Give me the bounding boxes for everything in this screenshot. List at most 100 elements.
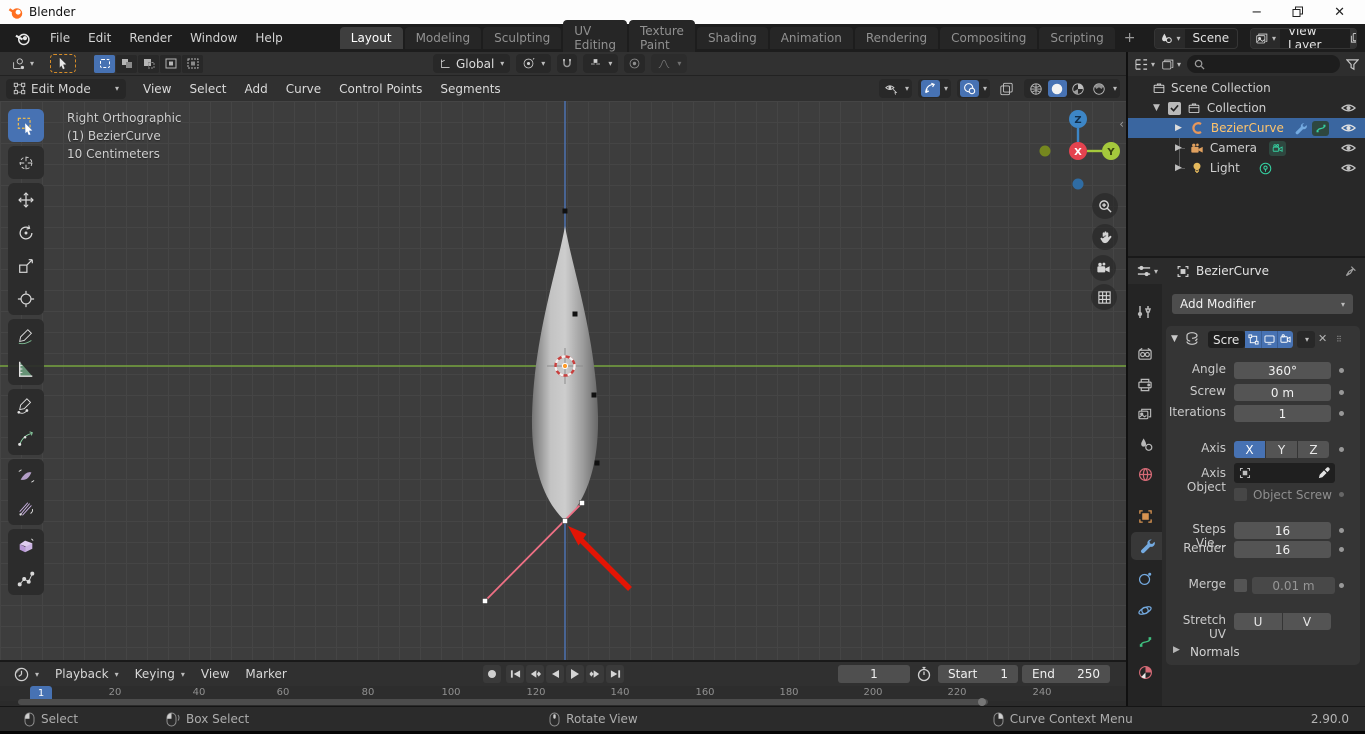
menu-add[interactable]: Add <box>236 79 277 99</box>
gizmos-dropdown[interactable]: ▾ <box>944 84 948 93</box>
rotate-tool[interactable] <box>8 216 44 249</box>
object-screw-checkbox[interactable] <box>1234 488 1247 501</box>
play-button[interactable] <box>566 665 584 683</box>
merge-checkbox[interactable] <box>1234 579 1247 592</box>
view-layer-copy-button[interactable] <box>1350 28 1357 48</box>
workspace-tab-compositing[interactable]: Compositing <box>940 27 1038 49</box>
prev-keyframe-button[interactable] <box>526 665 544 683</box>
gizmos-toggle[interactable] <box>920 80 940 97</box>
menu-help[interactable]: Help <box>246 27 291 49</box>
select-box-tool[interactable] <box>8 109 44 142</box>
light-data-icon[interactable] <box>1259 162 1272 175</box>
make-segment-tool[interactable] <box>8 562 44 595</box>
current-frame-field[interactable]: 1 <box>838 665 910 683</box>
modifier-expand-arrow[interactable]: ▼ <box>1171 334 1178 344</box>
outliner-display-mode-button[interactable]: ▾ <box>1161 58 1181 71</box>
camera-view-button[interactable] <box>1090 255 1116 281</box>
overlays-dropdown[interactable]: ▾ <box>983 84 987 93</box>
normals-subpanel-header[interactable]: ▶ Normals <box>1128 645 1365 663</box>
keying-menu[interactable]: Keying ▾ <box>127 664 193 684</box>
perspective-toggle-button[interactable] <box>1091 284 1117 310</box>
editor-type-button[interactable]: ▾ <box>6 55 38 73</box>
merge-distance-field[interactable]: 0.01 m <box>1252 577 1335 594</box>
properties-editor-type-button[interactable]: ▾ <box>1136 264 1158 278</box>
select-mode-subtract[interactable] <box>138 54 160 73</box>
view-layer-icon[interactable]: ▾ <box>1251 28 1281 48</box>
camera-visibility-eye-icon[interactable] <box>1341 142 1356 154</box>
close-button[interactable]: ✕ <box>1334 5 1345 20</box>
tilt-tool[interactable] <box>8 459 44 492</box>
scene-icon[interactable]: ▾ <box>1155 28 1185 48</box>
blender-menu-icon[interactable] <box>14 31 31 46</box>
beziercurve-visibility-eye-icon[interactable] <box>1341 122 1356 134</box>
snap-with-dropdown[interactable]: ▾ <box>583 54 619 73</box>
snap-toggle[interactable] <box>557 54 578 73</box>
overlays-toggle[interactable] <box>959 80 979 97</box>
modifier-drag-handle[interactable]: ⠿ <box>1336 335 1343 344</box>
outliner-search-input[interactable] <box>1187 55 1340 73</box>
light-visibility-eye-icon[interactable] <box>1341 162 1356 174</box>
menu-segments[interactable]: Segments <box>431 79 509 99</box>
camera-data-icon[interactable] <box>1269 140 1286 156</box>
workspace-tab-shading[interactable]: Shading <box>696 27 768 49</box>
start-frame-field[interactable]: Start 1 <box>938 665 1018 683</box>
show-object-types-dropdown[interactable]: ▾ <box>878 79 912 98</box>
jump-to-start-button[interactable] <box>506 665 524 683</box>
select-mode-extend[interactable] <box>116 54 138 73</box>
measure-tool[interactable] <box>8 352 44 385</box>
timeline-marker-menu[interactable]: Marker <box>237 664 294 684</box>
light-expand-arrow[interactable]: ▶ <box>1175 163 1182 173</box>
outliner-row-scene-collection[interactable]: Scene Collection <box>1128 78 1365 98</box>
collection-visibility-eye-icon[interactable] <box>1341 102 1356 114</box>
annotate-tool[interactable] <box>8 319 44 352</box>
stretch-v-button[interactable]: V <box>1283 613 1331 630</box>
outliner-row-beziercurve[interactable]: ▶ BezierCurve <box>1128 118 1365 138</box>
outliner-filter-icon[interactable] <box>1346 58 1359 71</box>
menu-window[interactable]: Window <box>181 27 246 49</box>
collection-expand-arrow[interactable]: ▼ <box>1153 103 1160 113</box>
axis-animate-dot[interactable] <box>1339 447 1344 452</box>
workspace-tab-scripting[interactable]: Scripting <box>1039 27 1115 49</box>
modifier-delete-button[interactable]: ✕ <box>1318 332 1327 345</box>
axis-object-field[interactable] <box>1234 463 1335 483</box>
workspace-tab-texture-paint[interactable]: Texture Paint <box>629 20 695 56</box>
gizmo-neg-y-axis[interactable] <box>1039 145 1051 157</box>
active-tool-indicator[interactable] <box>50 54 77 73</box>
sidebar-collapse-arrow[interactable]: ‹ <box>1119 117 1124 131</box>
axis-z-button[interactable]: Z <box>1298 441 1329 458</box>
pin-icon[interactable] <box>1344 265 1357 278</box>
add-workspace-button[interactable]: + <box>1117 28 1143 48</box>
workspace-tab-sculpting[interactable]: Sculpting <box>483 27 562 49</box>
angle-field[interactable]: 360° <box>1234 362 1331 379</box>
draw-curve-tool[interactable] <box>8 389 44 422</box>
restore-button[interactable] <box>1292 6 1304 18</box>
menu-curve[interactable]: Curve <box>277 79 330 99</box>
curve-data-icon[interactable] <box>1312 120 1329 136</box>
modifier-realtime-toggle[interactable] <box>1261 331 1277 348</box>
playback-menu[interactable]: Playback ▾ <box>47 664 127 684</box>
select-mode-invert[interactable] <box>160 54 182 73</box>
outliner-editor-type-button[interactable]: ▾ <box>1134 58 1155 71</box>
merge-animate-dot[interactable] <box>1339 583 1344 588</box>
workspace-tab-animation[interactable]: Animation <box>769 27 853 49</box>
beziercurve-expand-arrow[interactable]: ▶ <box>1175 123 1182 133</box>
minimize-button[interactable]: − <box>1251 5 1262 20</box>
menu-file[interactable]: File <box>41 27 79 49</box>
camera-expand-arrow[interactable]: ▶ <box>1175 143 1182 153</box>
proportional-editing-toggle[interactable] <box>624 54 646 73</box>
mode-dropdown[interactable]: Edit Mode ▾ <box>6 78 126 99</box>
curve-pen-tool[interactable] <box>8 422 44 455</box>
next-keyframe-button[interactable] <box>586 665 604 683</box>
workspace-tab-rendering[interactable]: Rendering <box>854 27 939 49</box>
navigation-gizmo[interactable]: Z X Y <box>1032 105 1126 201</box>
tab-tool-properties[interactable] <box>1128 298 1162 326</box>
workspace-tab-uv-editing[interactable]: UV Editing <box>563 20 627 56</box>
viewport-canvas[interactable]: Right Orthographic (1) BezierCurve 10 Ce… <box>0 101 1126 660</box>
collection-checkbox[interactable] <box>1167 101 1181 115</box>
select-mode-intersect[interactable] <box>182 54 204 73</box>
timeline-editor-type-button[interactable]: ▾ <box>6 664 47 685</box>
end-frame-field[interactable]: End 250 <box>1022 665 1110 683</box>
pivot-point-dropdown[interactable]: ▾ <box>516 54 552 73</box>
jump-to-end-button[interactable] <box>606 665 624 683</box>
shading-wireframe-button[interactable] <box>1027 80 1046 97</box>
